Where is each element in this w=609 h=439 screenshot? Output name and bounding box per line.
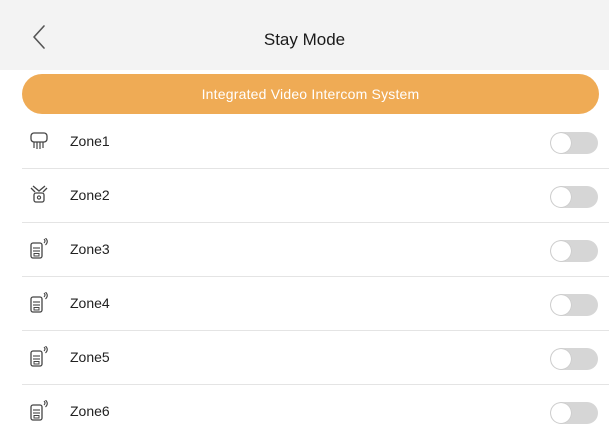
wireless-sensor-icon (30, 292, 48, 313)
toggle-knob (551, 187, 571, 207)
zone1-toggle[interactable] (550, 132, 598, 154)
zone-label: Zone1 (70, 133, 110, 149)
zone4-toggle[interactable] (550, 294, 598, 316)
toggle-knob (551, 133, 571, 153)
zone-row-6: Zone6 (0, 385, 609, 439)
motion-detector-icon (30, 185, 48, 203)
wireless-sensor-icon (30, 238, 48, 259)
toggle-knob (551, 349, 571, 369)
toggle-knob (551, 295, 571, 315)
zone-row-3: Zone3 (0, 223, 609, 277)
page-title: Stay Mode (263, 30, 346, 49)
zone-list: Zone1 Zone2 Zone3 Zone4 Zone5 Zone6 (0, 115, 609, 439)
zone-label: Zone4 (70, 295, 110, 311)
zone-row-2: Zone2 (0, 169, 609, 223)
zone-row-1: Zone1 (0, 115, 609, 169)
zone-label: Zone5 (70, 349, 110, 365)
zone6-toggle[interactable] (550, 402, 598, 424)
system-banner: Integrated Video Intercom System (22, 74, 599, 114)
toggle-knob (551, 403, 571, 423)
wireless-sensor-icon (30, 346, 48, 367)
zone-label: Zone2 (70, 187, 110, 203)
shower-sensor-icon (30, 132, 48, 149)
header-bar: Stay Mode (0, 0, 609, 70)
zone-label: Zone6 (70, 403, 110, 419)
zone2-toggle[interactable] (550, 186, 598, 208)
zone-row-4: Zone4 (0, 277, 609, 331)
zone-label: Zone3 (70, 241, 110, 257)
zone5-toggle[interactable] (550, 348, 598, 370)
zone-row-5: Zone5 (0, 331, 609, 385)
zone3-toggle[interactable] (550, 240, 598, 262)
toggle-knob (551, 241, 571, 261)
